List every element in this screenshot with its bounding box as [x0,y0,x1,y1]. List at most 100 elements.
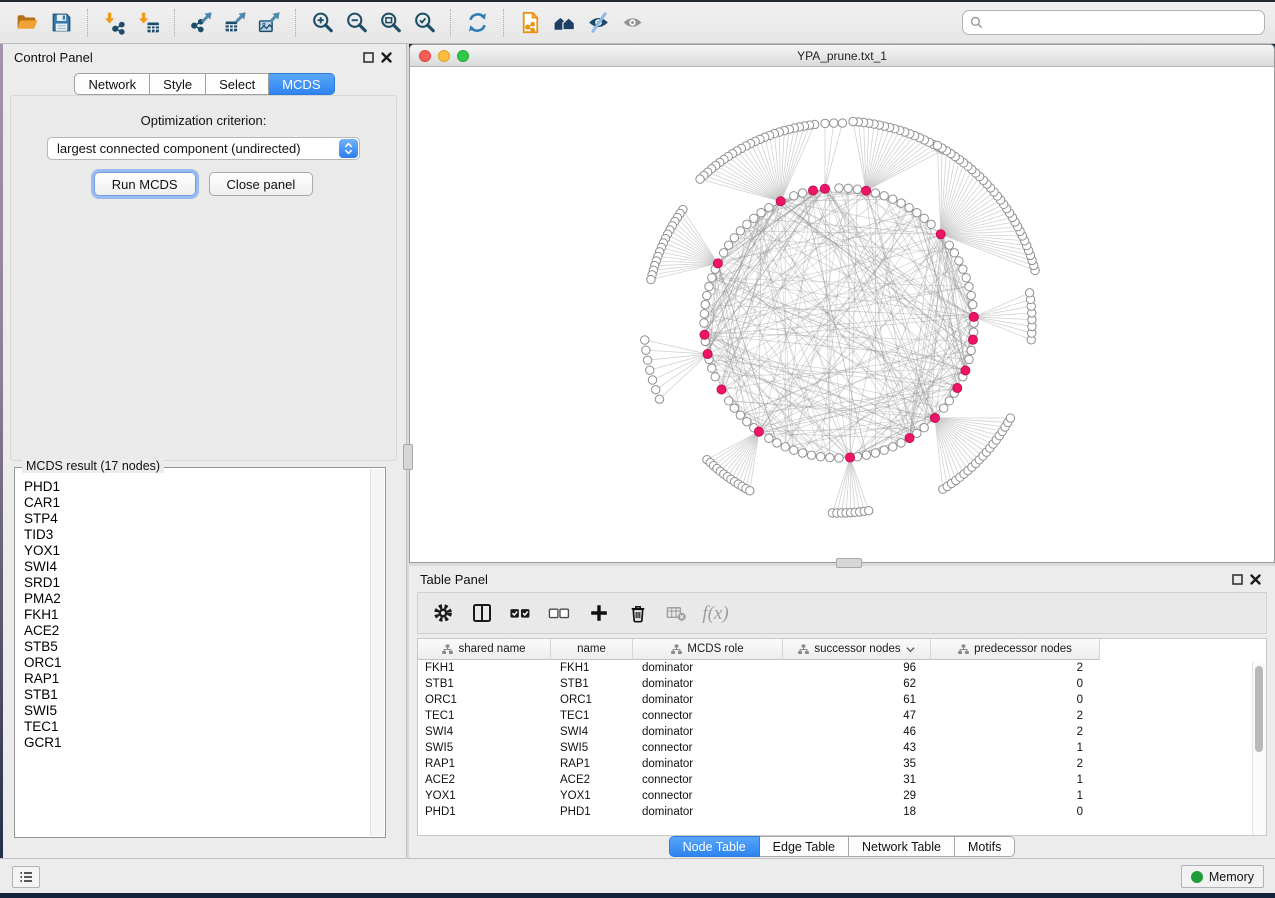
float-panel-icon[interactable] [359,49,377,65]
ring-node[interactable] [705,282,713,290]
tab-edge-table[interactable]: Edge Table [760,836,849,857]
leaf-node[interactable] [849,117,857,125]
tab-network-table[interactable]: Network Table [849,836,955,857]
mcds-result-item[interactable]: CAR1 [24,495,384,511]
tab-style[interactable]: Style [150,73,206,95]
search-input[interactable] [988,15,1257,31]
table-cell[interactable]: 1 [931,790,1100,802]
table-cell[interactable]: RAP1 [418,758,551,770]
mcds-result-item[interactable]: PMA2 [24,591,384,607]
mcds-result-item[interactable]: RAP1 [24,671,384,687]
export-network-icon[interactable] [184,7,218,39]
ring-node[interactable] [703,291,711,299]
ring-node[interactable] [853,185,861,193]
mcds-result-item[interactable]: TEC1 [24,719,384,735]
table-cell[interactable]: 46 [783,726,931,738]
ring-node[interactable] [730,404,738,412]
table-cell[interactable]: SWI4 [418,726,551,738]
ring-node[interactable] [889,443,897,451]
mcds-result-item[interactable]: YOX1 [24,543,384,559]
table-row[interactable]: SWI4SWI4dominator462 [418,724,1266,740]
ring-node[interactable] [700,310,708,318]
ring-node[interactable] [730,234,738,242]
mcds-hub-node[interactable] [936,230,945,239]
memory-button[interactable]: Memory [1181,865,1264,888]
table-cell[interactable]: 2 [931,662,1100,674]
table-row[interactable]: SWI5SWI5connector431 [418,740,1266,756]
ring-node[interactable] [880,192,888,200]
export-table-icon[interactable] [218,7,252,39]
tab-motifs[interactable]: Motifs [955,836,1015,857]
ring-node[interactable] [701,300,709,308]
table-row[interactable]: RAP1RAP1dominator352 [418,756,1266,772]
table-cell[interactable]: connector [633,774,783,786]
ring-node[interactable] [913,209,921,217]
ring-node[interactable] [871,449,879,457]
mcds-hub-node[interactable] [930,413,939,422]
table-cell[interactable]: 2 [931,758,1100,770]
share-document-icon[interactable] [513,7,547,39]
table-cell[interactable]: 43 [783,742,931,754]
column-header-predecessor-nodes[interactable]: predecessor nodes [931,639,1100,660]
ring-node[interactable] [773,439,781,447]
table-cell[interactable]: 0 [931,806,1100,818]
mcds-result-item[interactable]: STB1 [24,687,384,703]
leaf-node[interactable] [643,356,651,364]
close-panel-button[interactable]: Close panel [209,172,314,196]
table-row[interactable]: PHD1PHD1dominator180 [418,804,1266,820]
table-cell[interactable]: 29 [783,790,931,802]
mcds-hub-node[interactable] [820,184,829,193]
table-cell[interactable]: dominator [633,758,783,770]
table-row[interactable]: ORC1ORC1dominator610 [418,692,1266,708]
leaf-node[interactable] [933,141,941,149]
open-session-icon[interactable] [10,7,44,39]
table-settings-icon[interactable] [431,602,454,625]
hide-selected-icon[interactable] [581,7,615,39]
leaf-node[interactable] [647,275,655,283]
ring-node[interactable] [844,184,852,192]
close-window-icon[interactable] [419,50,431,62]
ring-node[interactable] [905,203,913,211]
ring-node[interactable] [940,404,948,412]
close-panel-icon[interactable] [377,49,395,65]
table-cell[interactable]: ACE2 [418,774,551,786]
network-window-titlebar[interactable]: YPA_prune.txt_1 [410,45,1274,67]
table-cell[interactable]: PHD1 [551,806,633,818]
leaf-node[interactable] [641,336,649,344]
mcds-hub-node[interactable] [703,349,712,358]
table-cell[interactable]: connector [633,710,783,722]
leaf-node[interactable] [648,376,656,384]
table-cell[interactable]: connector [633,790,783,802]
table-cell[interactable]: YOX1 [418,790,551,802]
zoom-in-icon[interactable] [305,7,339,39]
mcds-hub-node[interactable] [776,197,785,206]
table-cell[interactable]: 47 [783,710,931,722]
ring-node[interactable] [945,241,953,249]
ring-node[interactable] [708,364,716,372]
mcds-hub-node[interactable] [862,186,871,195]
ring-node[interactable] [880,446,888,454]
ring-node[interactable] [736,411,744,419]
table-cell[interactable]: dominator [633,806,783,818]
table-cell[interactable]: 2 [931,726,1100,738]
ring-node[interactable] [711,373,719,381]
ring-node[interactable] [889,195,897,203]
ring-node[interactable] [736,227,744,235]
deselect-all-icon[interactable] [548,602,571,625]
mcds-hub-node[interactable] [953,383,962,392]
mcds-result-item[interactable]: TID3 [24,527,384,543]
table-cell[interactable]: 0 [931,694,1100,706]
leaf-node[interactable] [655,395,663,403]
add-column-icon[interactable] [587,602,610,625]
mcds-result-item[interactable]: SWI4 [24,559,384,575]
ring-node[interactable] [790,192,798,200]
leaf-node[interactable] [830,119,838,127]
table-cell[interactable]: YOX1 [551,790,633,802]
leaf-node[interactable] [1006,414,1014,422]
leaf-node[interactable] [642,346,650,354]
ring-node[interactable] [807,451,815,459]
leaf-node[interactable] [865,506,873,514]
table-row[interactable]: YOX1YOX1connector291 [418,788,1266,804]
mcds-hub-node[interactable] [717,385,726,394]
ring-node[interactable] [920,424,928,432]
